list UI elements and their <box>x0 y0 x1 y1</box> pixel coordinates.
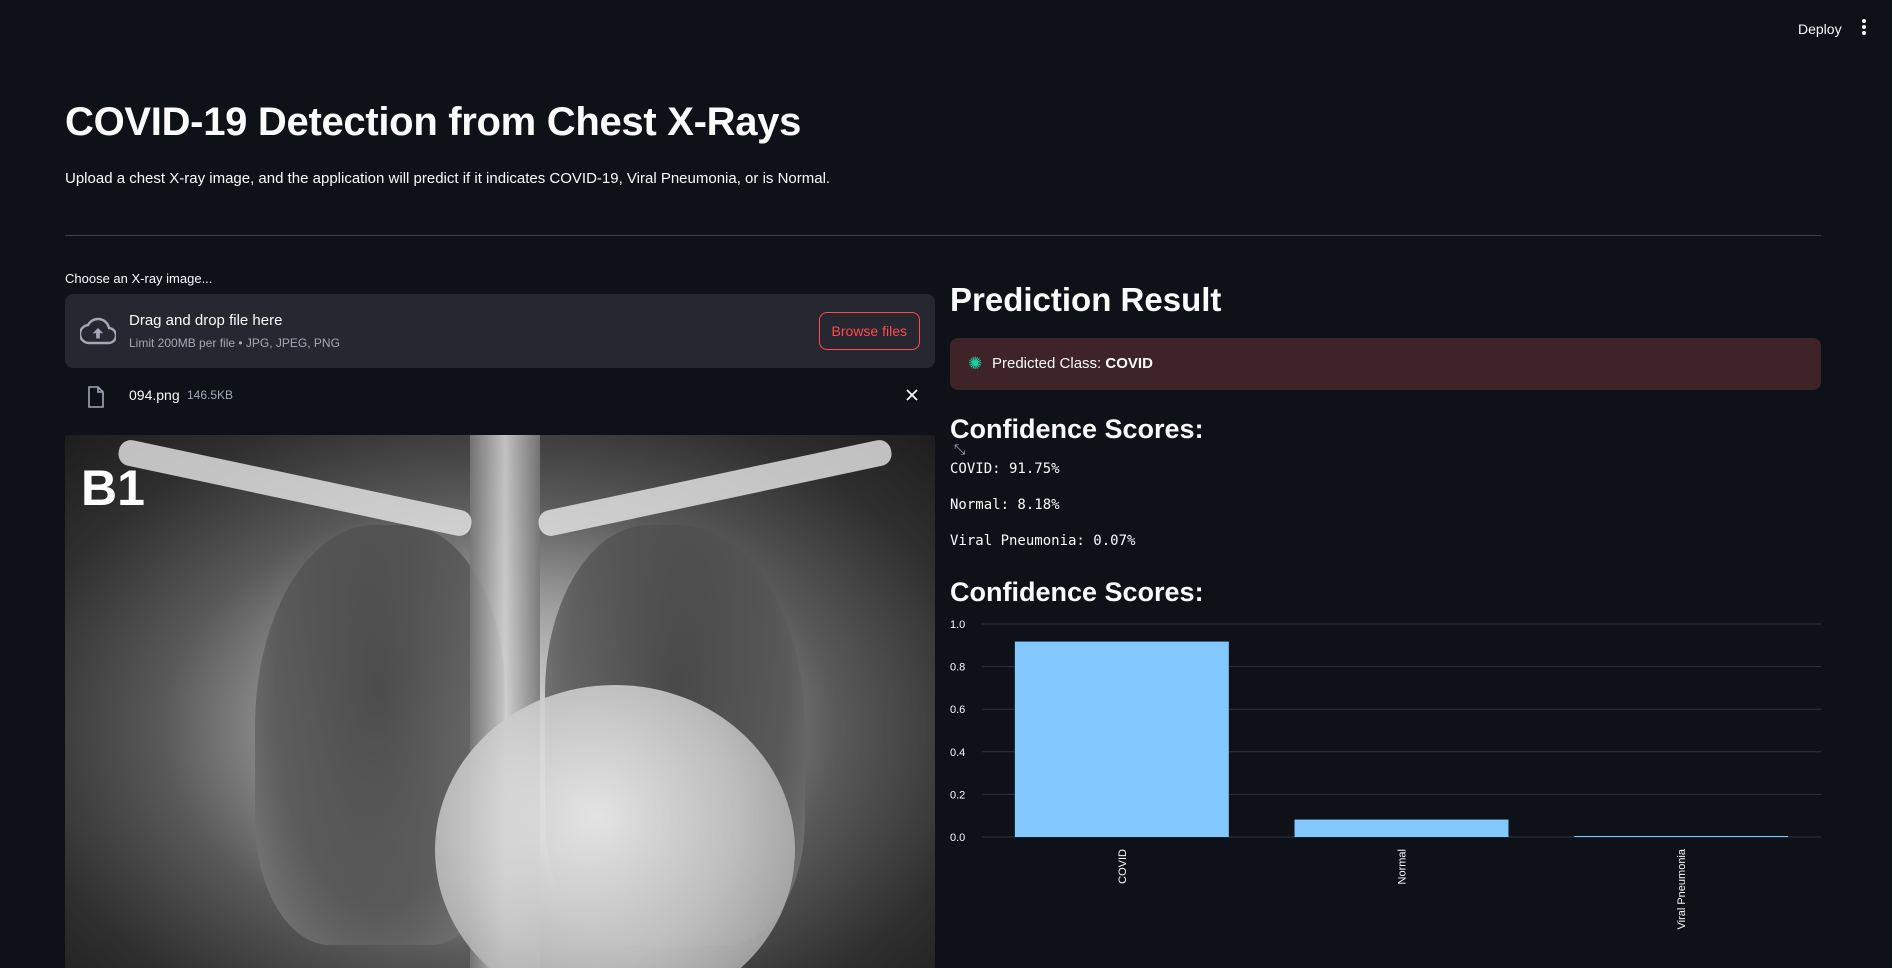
y-tick-label: 0.6 <box>950 704 965 716</box>
y-tick-label: 0.4 <box>950 747 965 759</box>
uploaded-file-row: 094.png 146.5KB <box>65 378 935 414</box>
page-title: COVID-19 Detection from Chest X-Rays <box>65 100 802 144</box>
uploader-label: Choose an X-ray image... <box>65 271 213 286</box>
prediction-prefix: Predicted Class: <box>992 355 1106 372</box>
confidence-scores-heading: Confidence Scores: <box>950 414 1204 444</box>
score-viral-pneumonia: Viral Pneumonia: 0.07% <box>950 533 1136 549</box>
top-bar: Deploy <box>0 0 1892 56</box>
predicted-class: COVID <box>1105 355 1153 372</box>
cloud-upload-icon <box>80 317 116 345</box>
bar-covid[interactable] <box>1014 641 1229 837</box>
xray-overlay-label: B1 <box>81 460 145 516</box>
browse-files-button[interactable]: Browse files <box>818 312 920 350</box>
xray-image: B1 <box>65 435 935 968</box>
y-tick-label: 0.8 <box>950 662 965 674</box>
bar-viral-pneumonia[interactable] <box>1574 836 1789 837</box>
x-tick-label: Viral Pneumonia <box>1676 848 1688 929</box>
y-tick-label: 0.2 <box>950 789 965 801</box>
xray-clavicle-left <box>116 437 474 539</box>
file-dropzone[interactable]: Drag and drop file here Limit 200MB per … <box>65 294 935 368</box>
x-tick-label: COVID <box>1117 849 1129 884</box>
main-menu-icon[interactable] <box>1856 17 1872 39</box>
file-name: 094.png <box>129 387 180 403</box>
virus-icon: ✺ <box>968 354 983 373</box>
confidence-chart-heading: Confidence Scores: <box>950 577 1204 607</box>
fullscreen-icon[interactable]: ⤡ <box>954 441 965 458</box>
close-icon[interactable] <box>903 386 921 404</box>
confidence-bar-chart: 0.0 0.2 0.4 0.6 0.8 1.0 COVID Normal Viral Pneum… <box>950 619 1821 930</box>
page-subtitle: Upload a chest X-ray image, and the appl… <box>65 170 831 187</box>
score-covid: COVID: 91.75% <box>950 461 1060 477</box>
dropzone-instructions: Drag and drop file here <box>129 312 283 329</box>
divider <box>65 235 1821 236</box>
file-size: 146.5KB <box>187 388 234 402</box>
prediction-text: Predicted Class: COVID <box>992 355 1153 372</box>
deploy-button[interactable]: Deploy <box>1790 17 1850 41</box>
file-icon <box>88 386 104 408</box>
score-normal: Normal: 8.18% <box>950 497 1060 513</box>
dropzone-limits: Limit 200MB per file • JPG, JPEG, PNG <box>129 336 340 350</box>
prediction-title: Prediction Result <box>950 281 1222 318</box>
xray-clavicle-right <box>536 437 894 539</box>
y-tick-label: 1.0 <box>950 619 965 631</box>
prediction-alert: ✺ Predicted Class: COVID <box>950 338 1821 390</box>
y-tick-label: 0.0 <box>950 832 965 844</box>
x-tick-label: Normal <box>1397 849 1409 884</box>
bar-normal[interactable] <box>1294 819 1509 837</box>
